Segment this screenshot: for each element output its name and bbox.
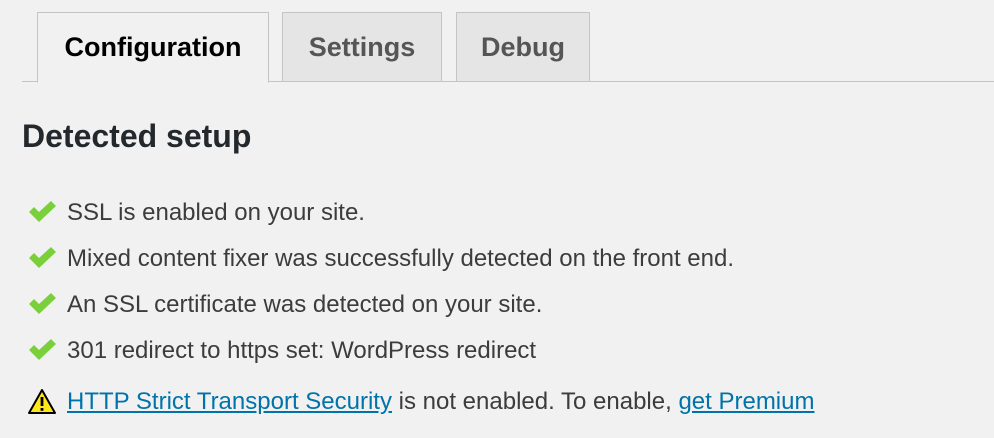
status-text: An SSL certificate was detected on your … (67, 291, 543, 318)
tab-debug[interactable]: Debug (456, 12, 590, 82)
tab-settings-label: Settings (308, 31, 416, 62)
tab-debug-label: Debug (481, 31, 565, 62)
hsts-link[interactable]: HTTP Strict Transport Security (67, 388, 392, 416)
warning-item: HTTP Strict Transport Security is not en… (27, 376, 814, 428)
status-text: 301 redirect to https set: WordPress red… (67, 337, 537, 364)
checkmark-icon (27, 244, 57, 274)
get-premium-link[interactable]: get Premium (678, 388, 814, 416)
tab-bar: Configuration Settings Debug (22, 0, 994, 83)
section-title: Detected setup (22, 118, 252, 154)
status-list: SSL is enabled on your site. Mixed conte… (27, 190, 814, 428)
tab-configuration[interactable]: Configuration (37, 12, 269, 83)
list-item: Mixed content fixer was successfully det… (27, 236, 814, 282)
checkmark-icon (27, 198, 57, 228)
tab-configuration-label: Configuration (64, 32, 242, 62)
warning-icon (27, 387, 57, 417)
checkmark-icon (27, 290, 57, 320)
warning-text: is not enabled. To enable, (391, 388, 679, 415)
status-text: SSL is enabled on your site. (67, 199, 365, 226)
status-text: Mixed content fixer was successfully det… (67, 245, 735, 272)
list-item: SSL is enabled on your site. (27, 190, 814, 236)
tab-settings[interactable]: Settings (282, 12, 442, 82)
checkmark-icon (27, 336, 57, 366)
list-item: An SSL certificate was detected on your … (27, 282, 814, 328)
list-item: 301 redirect to https set: WordPress red… (27, 328, 814, 374)
